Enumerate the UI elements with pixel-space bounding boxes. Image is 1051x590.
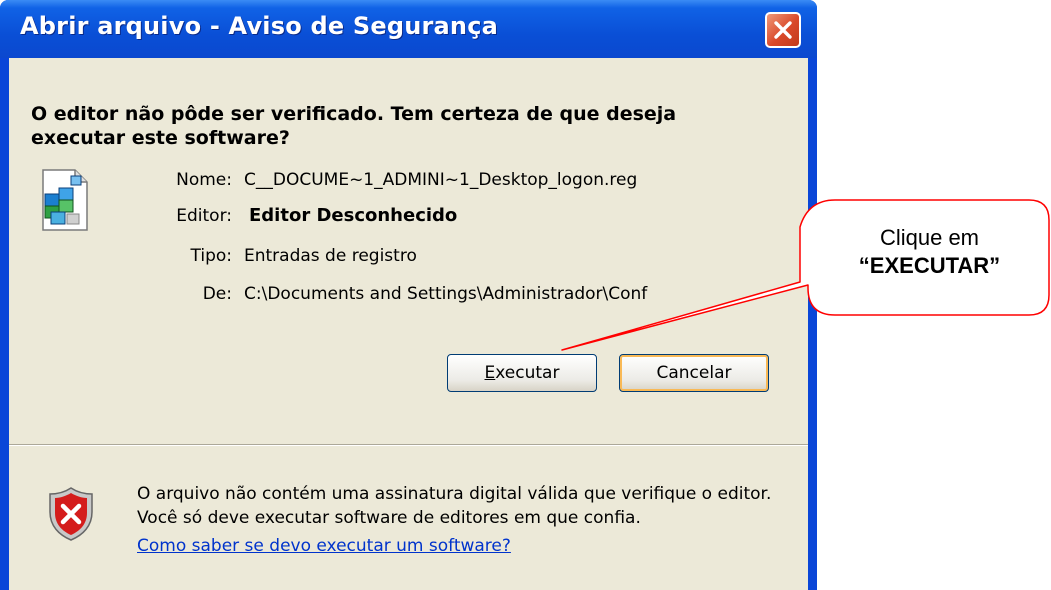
callout-line1: Clique em (879, 225, 980, 250)
callout: Clique em “EXECUTAR” (808, 224, 1051, 280)
callout-line2: “EXECUTAR” (858, 253, 1001, 278)
callout-shape (561, 199, 1050, 351)
